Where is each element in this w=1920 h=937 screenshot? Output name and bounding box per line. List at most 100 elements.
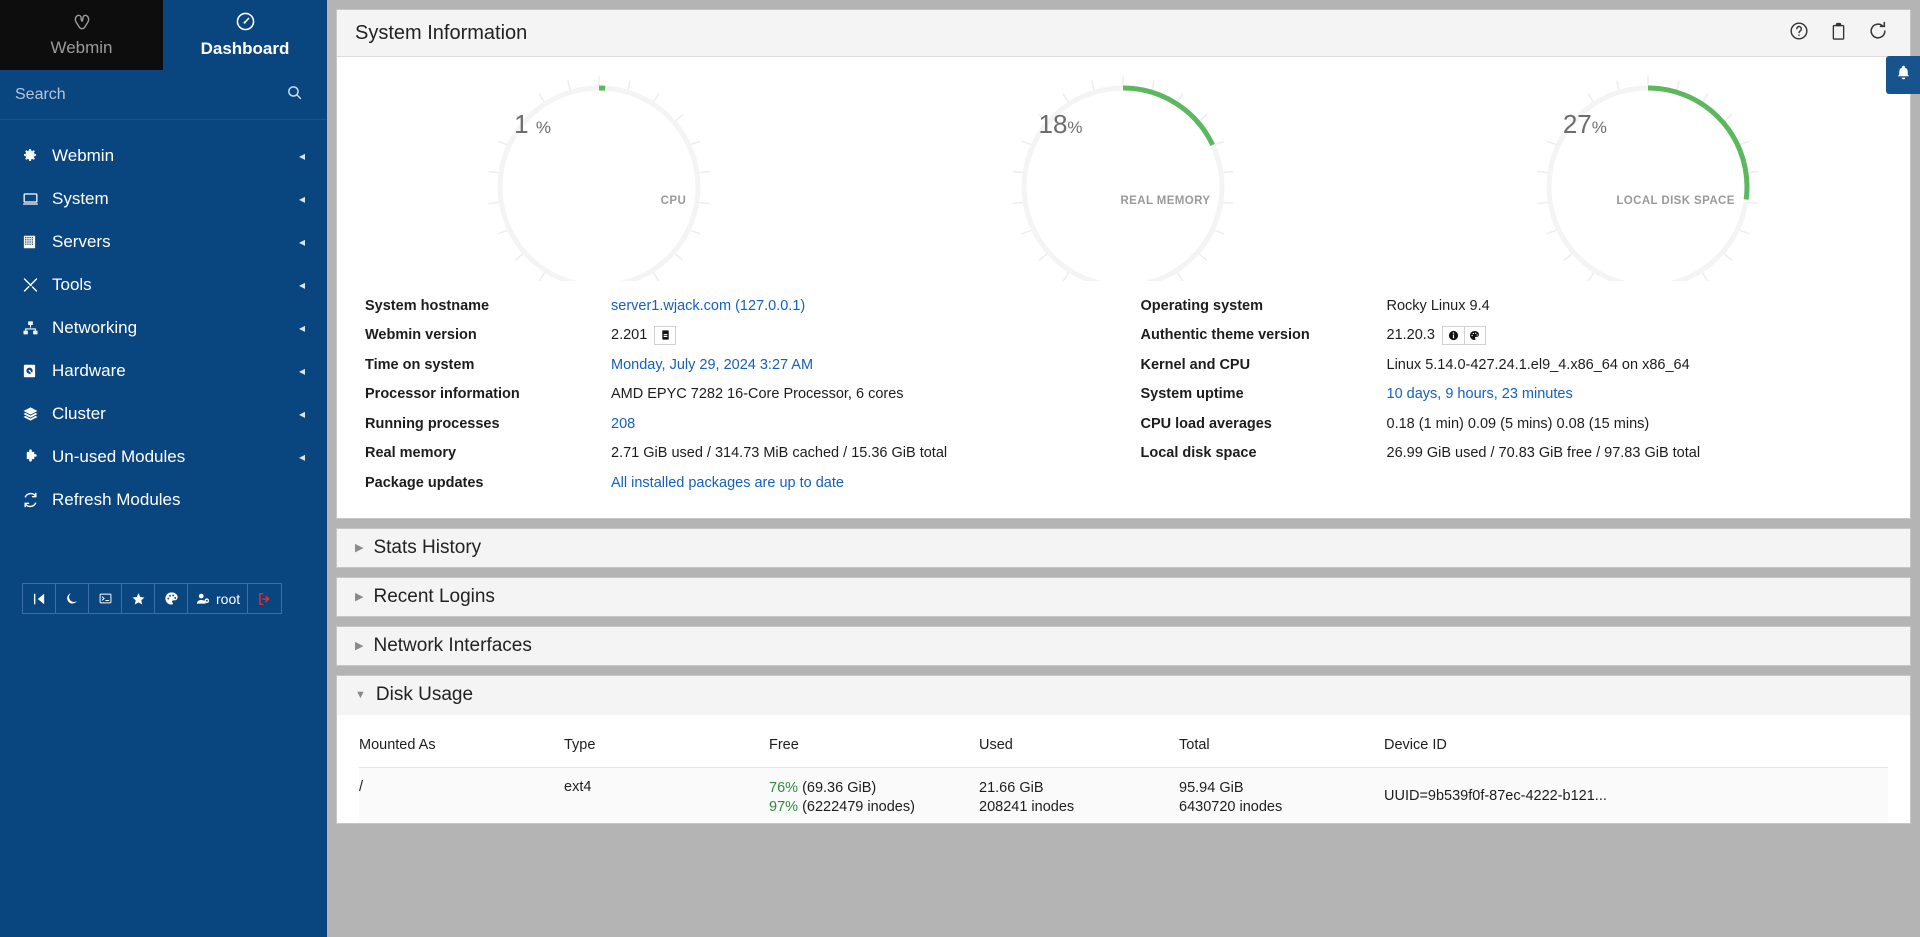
sidebar-item-tools[interactable]: Tools ◂ [0,263,327,306]
dashboard-label: Dashboard [200,39,290,58]
tools-icon [22,277,52,293]
sidebar-toolbar: root [22,583,283,614]
search-icon[interactable] [286,84,303,106]
gauge-local-disk-space: 27% LOCAL DISK SPACE [1515,71,1781,281]
info-value[interactable]: Monday, July 29, 2024 3:27 AM [611,357,813,373]
info-value: Rocky Linux 9.4 [1386,297,1490,314]
info-key: CPU load averages [1140,415,1272,432]
info-value[interactable]: server1.wjack.com (127.0.0.1) [611,298,805,314]
dashboard-gauge-icon [235,11,256,37]
panel-header-actions [1789,21,1888,45]
column-free[interactable]: Free [769,732,979,768]
info-row-package-updates: Package updates All installed packages a… [365,468,1135,498]
gauge-cpu-label: CPU [660,195,687,207]
info-key: Operating system [1140,297,1264,314]
network-icon [22,320,52,336]
sidebar-item-label: Un-used Modules [52,446,186,466]
terminal-button[interactable] [89,584,122,613]
panel-header: System Information [337,10,1910,57]
favorites-button[interactable] [122,584,155,613]
chevron-left-icon: ◂ [298,148,305,163]
table-row[interactable]: / ext4 76% (69.36 GiB) 97% (6222479 inod… [359,767,1888,823]
sidebar-search[interactable] [0,70,327,120]
sidebar-item-servers[interactable]: Servers ◂ [0,220,327,263]
total-size: 95.94 GiB [1179,779,1244,796]
info-value-wrap: 21.20.3 [1387,325,1486,345]
sidebar-item-hardware[interactable]: Hardware ◂ [0,349,327,392]
info-row-processor-information: Processor information AMD EPYC 7282 16-C… [365,380,1135,410]
sidebar-item-label: Tools [52,274,92,294]
column-mounted-as[interactable]: Mounted As [359,732,564,768]
search-input[interactable] [15,85,286,104]
info-row-real-memory: Real memory 2.71 GiB used / 314.73 MiB c… [365,439,1135,469]
sidebar-item-cluster[interactable]: Cluster ◂ [0,392,327,435]
layers-icon [22,406,52,422]
gauge-real-memory: 18% REAL MEMORY [990,71,1256,281]
info-value: Linux 5.14.0-427.24.1.el9_4.x86_64 on x8… [1386,356,1690,373]
section-network-interfaces[interactable]: ▶ Network Interfaces [336,625,1911,666]
info-icon[interactable] [1441,325,1464,345]
info-row-webmin-version: Webmin version 2.201 [365,321,1135,351]
logout-button[interactable] [248,584,281,613]
gauge-cpu-svg [488,76,710,281]
chevron-left-icon: ◂ [298,320,305,335]
sidebar-item-unused-modules[interactable]: Un-used Modules ◂ [0,435,327,478]
gauge-local-disk-space-label: LOCAL DISK SPACE [1616,195,1735,207]
sidebar-item-webmin[interactable]: Webmin ◂ [0,134,327,177]
theme-palette-button[interactable] [155,584,188,613]
chevron-left-icon: ◂ [298,277,305,292]
info-key: Webmin version [365,327,477,344]
gear-icon [22,148,52,164]
sidebar-item-networking[interactable]: Networking ◂ [0,306,327,349]
clipboard-icon[interactable] [1829,22,1848,45]
info-value[interactable]: All installed packages are up to date [611,475,844,491]
system-information-panel: System Information 1 % CPU 18% REAL MEMO… [336,9,1911,519]
refresh-icon [22,492,52,508]
info-key: Authentic theme version [1140,327,1310,344]
section-stats-history[interactable]: ▶ Stats History [336,527,1911,568]
info-row-cpu-load-averages: CPU load averages 0.18 (1 min) 0.09 (5 m… [1141,409,1911,439]
palette-icon[interactable] [1463,325,1486,345]
sidebar-item-system[interactable]: System ◂ [0,177,327,220]
info-key: Kernel and CPU [1140,356,1251,373]
info-value[interactable]: 208 [611,416,635,432]
section-title: Disk Usage [375,684,474,705]
section-title: Stats History [373,536,482,558]
sidebar-menu: Webmin ◂ System ◂ Servers ◂ Tools ◂ Netw… [0,120,327,521]
section-recent-logins[interactable]: ▶ Recent Logins [336,576,1911,617]
disk-usage-panel: Mounted As Type Free Used Total Device I… [336,714,1911,824]
info-key: Local disk space [1140,445,1257,462]
sidebar-item-label: Servers [52,231,111,251]
user-account-button[interactable]: root [188,584,249,613]
info-key: System uptime [1140,386,1244,403]
collapse-sidebar-button[interactable] [23,584,56,613]
column-device-id[interactable]: Device ID [1384,732,1888,768]
info-row-authentic-theme-version: Authentic theme version 21.20.3 [1141,321,1911,351]
info-value[interactable]: 10 days, 9 hours, 23 minutes [1387,386,1573,402]
info-key: Time on system [365,356,475,373]
column-type[interactable]: Type [564,732,769,768]
sidebar-item-refresh-modules[interactable]: Refresh Modules [0,478,327,521]
dark-mode-button[interactable] [56,584,89,613]
cell-mounted-as: / [359,767,564,823]
column-used[interactable]: Used [979,732,1179,768]
main-content: System Information 1 % CPU 18% REAL MEMO… [327,0,1920,937]
column-total[interactable]: Total [1179,732,1384,768]
nav-tab-dashboard[interactable]: Dashboard [163,0,327,70]
info-value: AMD EPYC 7282 16-Core Processor, 6 cores [611,386,904,403]
section-disk-usage[interactable]: ▼ Disk Usage [336,674,1911,715]
cell-free: 76% (69.36 GiB) 97% (6222479 inodes) [769,767,979,823]
info-key: Running processes [365,415,500,432]
sidebar: Webmin Dashboard Search Webmin ◂ System … [0,0,327,937]
webmin-logo-icon [71,12,93,36]
brand-webmin[interactable]: Webmin [0,0,163,70]
notifications-button[interactable] [1886,56,1920,94]
help-icon[interactable] [1789,21,1809,45]
info-value: 2.201 [611,327,648,344]
info-key: System hostname [365,297,490,314]
chevron-down-icon: ▼ [355,689,366,701]
refresh-icon[interactable] [1868,21,1888,45]
changelog-icon[interactable] [654,325,677,345]
gauge-row: 1 % CPU 18% REAL MEMORY 27% LOCAL DISK S… [337,57,1910,285]
cell-device-id: UUID=9b539f0f-87ec-4222-b121... [1384,767,1888,823]
